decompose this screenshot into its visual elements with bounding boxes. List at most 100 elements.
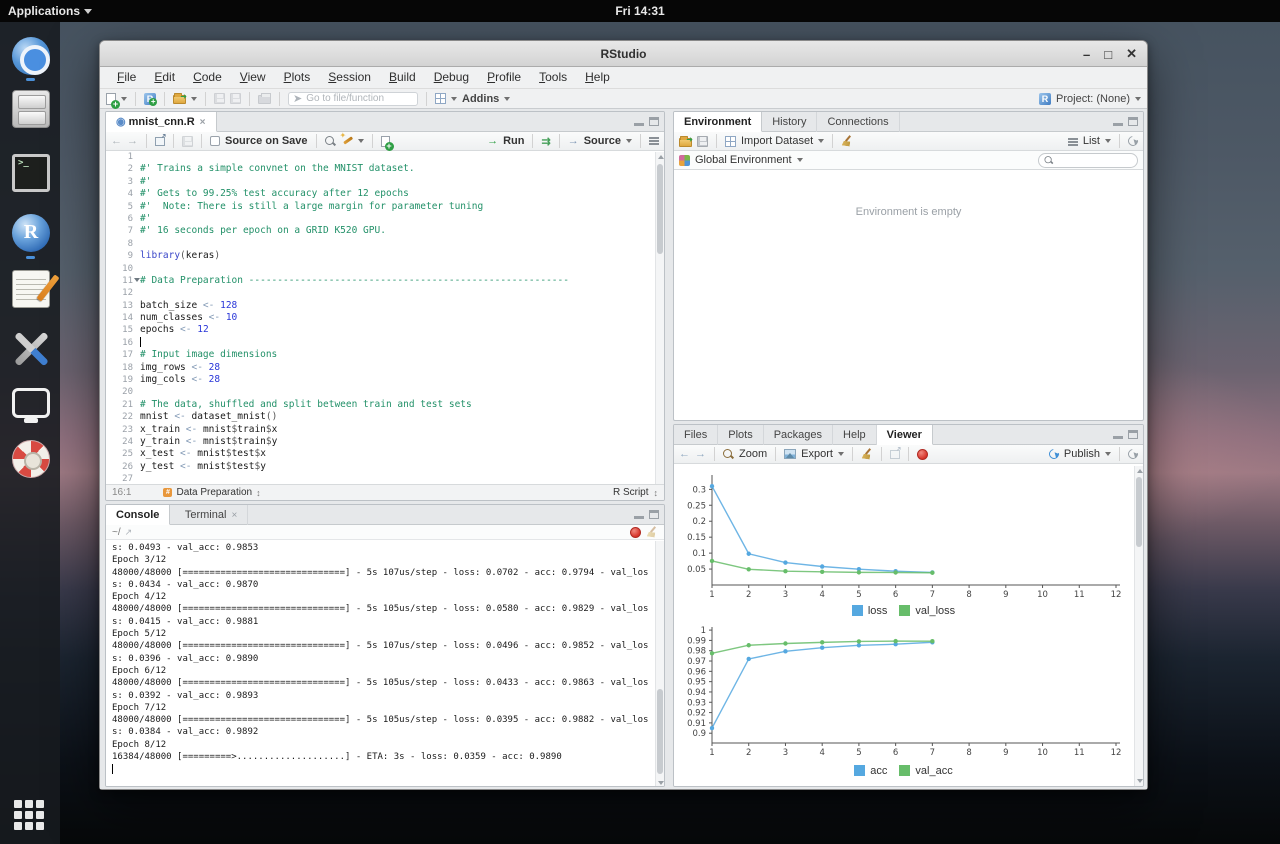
code-line[interactable]: 5#' Note: There is still a large margin …	[106, 201, 664, 213]
code-line[interactable]: 4#' Gets to 99.25% test accuracy after 1…	[106, 188, 664, 200]
save-workspace-icon[interactable]	[697, 136, 708, 147]
addins-caret-icon[interactable]	[504, 97, 510, 101]
refresh-viewer-icon[interactable]	[1126, 447, 1140, 461]
back-icon[interactable]: ←	[111, 135, 122, 147]
tools-icon[interactable]	[12, 330, 50, 368]
viewer-scrollbar[interactable]	[1134, 466, 1143, 786]
tab-connections[interactable]: Connections	[817, 112, 899, 132]
clear-viewer-icon[interactable]	[861, 448, 873, 460]
close-tab-icon[interactable]: ×	[200, 117, 206, 128]
viewer-scroll-up-icon[interactable]	[1137, 469, 1143, 473]
show-applications-button[interactable]	[14, 800, 46, 832]
section-navigator[interactable]: # Data Preparation ↕	[163, 487, 260, 498]
goto-directory-icon[interactable]: ↗	[125, 527, 133, 538]
menu-session[interactable]: Session	[319, 67, 380, 88]
addins-button[interactable]: Addins	[462, 93, 499, 105]
help-icon[interactable]	[12, 440, 50, 478]
code-line[interactable]: 16	[106, 337, 664, 349]
environment-search-input[interactable]	[1052, 155, 1132, 166]
source-scrollbar[interactable]	[655, 152, 664, 486]
code-line[interactable]: 3#'	[106, 176, 664, 188]
project-caret-icon[interactable]	[1135, 97, 1141, 101]
console-scroll-thumb[interactable]	[657, 689, 663, 774]
environment-search-box[interactable]	[1038, 153, 1138, 168]
open-in-window-icon[interactable]	[155, 137, 165, 146]
menu-file[interactable]: File	[108, 67, 145, 88]
maximize-button[interactable]: □	[1104, 47, 1112, 62]
run-button[interactable]: Run	[503, 135, 524, 147]
new-file-caret-icon[interactable]	[121, 97, 127, 101]
tab-plots[interactable]: Plots	[718, 425, 763, 445]
menu-profile[interactable]: Profile	[478, 67, 530, 88]
export-button[interactable]: Export	[801, 448, 833, 460]
tab-console[interactable]: Console	[106, 505, 170, 525]
minimize-env-icon[interactable]	[1113, 117, 1123, 126]
display-settings-icon[interactable]	[12, 388, 50, 418]
code-line[interactable]: 9library(keras)	[106, 250, 664, 262]
clear-console-icon[interactable]	[646, 526, 658, 538]
close-terminal-icon[interactable]: ×	[231, 510, 237, 521]
load-workspace-icon[interactable]	[679, 138, 692, 147]
scroll-up-icon[interactable]	[658, 155, 664, 159]
code-line[interactable]: 7#' 16 seconds per epoch on a GRID K520 …	[106, 225, 664, 237]
save-icon[interactable]	[214, 93, 225, 104]
forward-icon[interactable]: →	[127, 135, 138, 147]
source-on-save-checkbox[interactable]	[210, 136, 220, 146]
code-line[interactable]: 12	[106, 287, 664, 299]
scroll-down-icon[interactable]	[658, 781, 664, 785]
code-line[interactable]: 17# Input image dimensions	[106, 349, 664, 361]
tab-mnist-cnn[interactable]: ◉ mnist_cnn.R×	[106, 112, 217, 132]
console-scrollbar[interactable]	[655, 541, 664, 787]
tab-help[interactable]: Help	[833, 425, 877, 445]
code-line[interactable]: 19img_cols <- 28	[106, 374, 664, 386]
code-line[interactable]: 26y_test <- mnist$test$y	[106, 461, 664, 473]
pane-layout-icon[interactable]	[435, 93, 446, 104]
clock[interactable]: Fri 14:31	[0, 0, 1280, 22]
menu-edit[interactable]: Edit	[145, 67, 184, 88]
code-line[interactable]: 10	[106, 263, 664, 275]
code-line[interactable]: 1	[106, 151, 664, 163]
code-line[interactable]: 13batch_size <- 128	[106, 300, 664, 312]
code-line[interactable]: 8	[106, 238, 664, 250]
viewer-stop-icon[interactable]	[917, 449, 928, 460]
tab-history[interactable]: History	[762, 112, 817, 132]
window-titlebar[interactable]: RStudio – □ ✕	[100, 41, 1147, 67]
rerun-icon[interactable]: ⇉	[541, 135, 550, 148]
import-caret-icon[interactable]	[818, 139, 824, 143]
code-line[interactable]: 14num_classes <- 10	[106, 312, 664, 324]
print-icon[interactable]	[258, 95, 271, 104]
clear-environment-icon[interactable]	[841, 135, 853, 147]
file-type-selector[interactable]: R Script ↕	[613, 487, 658, 498]
code-line[interactable]: 23x_train <- mnist$train$x	[106, 424, 664, 436]
file-manager-icon[interactable]	[12, 90, 50, 128]
open-file-caret-icon[interactable]	[191, 97, 197, 101]
code-line[interactable]: 24y_train <- mnist$train$y	[106, 436, 664, 448]
save-source-icon[interactable]	[182, 136, 193, 147]
minimize-pane-icon[interactable]	[634, 117, 644, 126]
source-caret-icon[interactable]	[626, 139, 632, 143]
viewer-scroll-down-icon[interactable]	[1137, 779, 1143, 783]
refresh-environment-icon[interactable]	[1126, 134, 1140, 148]
environment-scope-selector[interactable]: Global Environment	[695, 154, 792, 166]
tab-packages[interactable]: Packages	[764, 425, 833, 445]
menu-tools[interactable]: Tools	[530, 67, 576, 88]
document-outline-icon[interactable]	[649, 137, 659, 139]
viewer-back-icon[interactable]: ←	[679, 448, 690, 460]
tab-terminal[interactable]: Terminal×	[175, 505, 248, 525]
tab-files[interactable]: Files	[674, 425, 718, 445]
terminal-icon[interactable]	[12, 154, 50, 192]
pane-layout-caret-icon[interactable]	[451, 97, 457, 101]
menu-code[interactable]: Code	[184, 67, 231, 88]
list-view-button[interactable]: List	[1083, 135, 1100, 147]
list-caret-icon[interactable]	[1105, 139, 1111, 143]
source-button[interactable]: Source	[584, 135, 621, 147]
viewer-popout-icon[interactable]	[890, 450, 900, 459]
open-file-icon[interactable]	[173, 95, 186, 104]
find-icon[interactable]	[325, 136, 336, 147]
publish-caret-icon[interactable]	[1105, 452, 1111, 456]
maximize-console-icon[interactable]	[649, 510, 659, 519]
new-project-icon[interactable]: R	[144, 93, 156, 105]
viewer-forward-icon[interactable]: →	[695, 448, 706, 460]
new-file-icon[interactable]	[106, 93, 116, 105]
maximize-env-icon[interactable]	[1128, 117, 1138, 126]
